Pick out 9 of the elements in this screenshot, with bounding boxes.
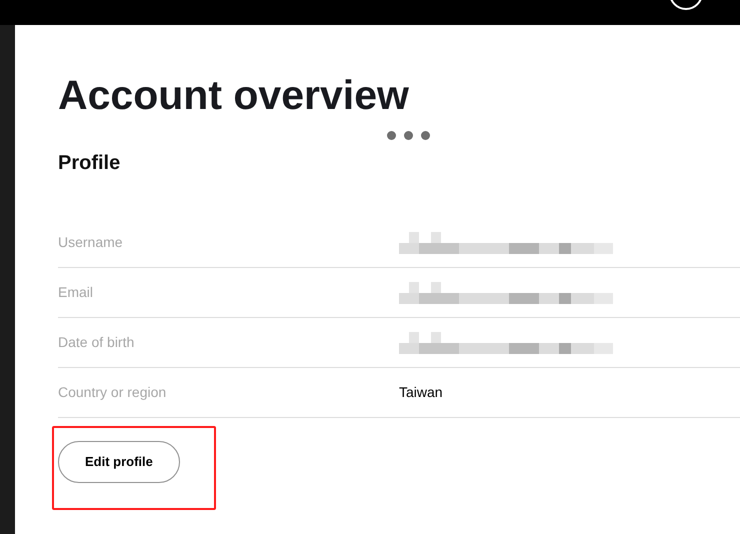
- field-label: Email: [58, 283, 94, 302]
- field-label: Country or region: [58, 383, 168, 402]
- section-heading: Profile: [58, 151, 120, 176]
- field-value: Taiwan: [399, 383, 443, 402]
- page-title: Account overview: [58, 71, 409, 120]
- field-label: Username: [58, 233, 124, 252]
- edit-profile-button[interactable]: Edit profile: [58, 441, 180, 483]
- field-label: Date of birth: [58, 333, 136, 352]
- loading-dots-icon: [387, 131, 430, 140]
